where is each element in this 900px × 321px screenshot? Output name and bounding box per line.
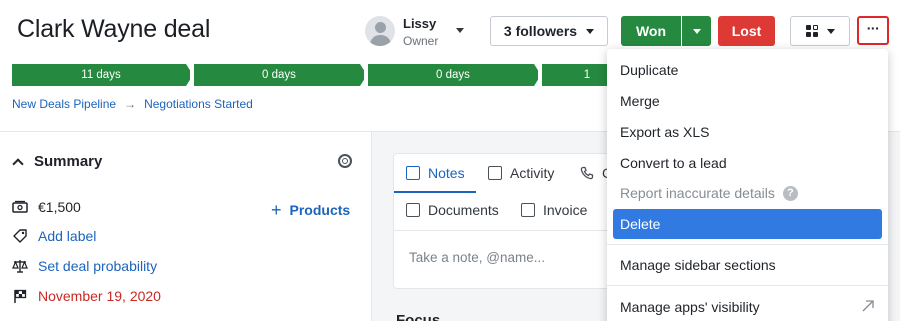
menu-item-delete[interactable]: Delete bbox=[613, 209, 882, 239]
focus-title[interactable]: Focus bbox=[396, 312, 440, 321]
tab-invoice-label: Invoice bbox=[543, 202, 588, 218]
tab-activity-label: Activity bbox=[510, 165, 555, 181]
add-label-text: Add label bbox=[38, 228, 97, 244]
note-composer: Notes Activity C Documents Invoice Take … bbox=[393, 153, 633, 289]
flag-icon bbox=[12, 288, 28, 304]
menu-item-duplicate[interactable]: Duplicate bbox=[607, 55, 888, 85]
deal-title[interactable]: Clark Wayne deal bbox=[17, 15, 210, 44]
breadcrumb-stage[interactable]: Negotiations Started bbox=[144, 97, 253, 111]
owner-role: Owner bbox=[403, 34, 439, 48]
invoice-icon bbox=[521, 203, 535, 217]
won-button[interactable]: Won bbox=[621, 16, 681, 46]
divider bbox=[394, 230, 632, 231]
menu-item-report-label: Report inaccurate details bbox=[620, 185, 775, 201]
active-tab-indicator bbox=[394, 191, 476, 193]
summary-toggle[interactable]: Summary bbox=[12, 153, 102, 170]
chevron-up-icon bbox=[12, 157, 24, 170]
summary-title: Summary bbox=[34, 153, 103, 170]
menu-item-merge[interactable]: Merge bbox=[607, 86, 888, 116]
stage-duration: 0 days bbox=[262, 69, 296, 81]
more-actions-button[interactable]: ··· bbox=[857, 16, 889, 45]
chevron-down-icon bbox=[586, 28, 595, 34]
stage-duration: 1 bbox=[583, 69, 591, 81]
followers-label: 3 followers bbox=[503, 23, 578, 39]
breadcrumb-pipeline[interactable]: New Deals Pipeline bbox=[12, 97, 116, 111]
note-icon bbox=[406, 166, 420, 180]
divider bbox=[371, 132, 372, 321]
close-date[interactable]: November 19, 2020 bbox=[12, 288, 161, 304]
won-options-button[interactable] bbox=[682, 16, 711, 46]
deal-value[interactable]: €1,500 bbox=[12, 199, 81, 215]
menu-divider bbox=[607, 244, 888, 245]
menu-item-report-inaccurate: Report inaccurate details ? bbox=[607, 178, 888, 208]
tab-notes[interactable]: Notes bbox=[406, 165, 465, 181]
owner-selector[interactable]: Lissy Owner bbox=[365, 12, 473, 50]
menu-item-export-xls[interactable]: Export as XLS bbox=[607, 117, 888, 147]
menu-item-manage-sidebar[interactable]: Manage sidebar sections bbox=[607, 250, 888, 280]
plus-icon: + bbox=[271, 200, 282, 220]
breadcrumb: New Deals Pipeline → Negotiations Starte… bbox=[12, 97, 253, 111]
pipeline-stage[interactable]: 0 days bbox=[194, 64, 364, 86]
menu-divider bbox=[607, 285, 888, 286]
scale-icon bbox=[12, 258, 28, 274]
deal-value-text: €1,500 bbox=[38, 199, 81, 215]
tag-icon bbox=[12, 228, 28, 244]
note-input[interactable]: Take a note, @name... bbox=[409, 250, 545, 265]
external-link-icon bbox=[862, 300, 874, 312]
arrow-right-icon: → bbox=[124, 97, 137, 111]
menu-item-convert-to-lead[interactable]: Convert to a lead bbox=[607, 148, 888, 178]
stage-duration: 11 days bbox=[81, 69, 121, 81]
pipeline-stage[interactable]: 0 days bbox=[368, 64, 538, 86]
stage-duration: 0 days bbox=[436, 69, 470, 81]
phone-icon bbox=[580, 166, 594, 180]
followers-button[interactable]: 3 followers bbox=[490, 16, 608, 46]
pipeline-stages: 11 days 0 days 0 days 1 bbox=[12, 64, 632, 86]
tab-invoice[interactable]: Invoice bbox=[521, 202, 587, 218]
products-link[interactable]: + Products bbox=[271, 199, 350, 220]
tab-notes-label: Notes bbox=[428, 165, 465, 181]
chevron-down-icon bbox=[692, 28, 701, 34]
set-probability-text: Set deal probability bbox=[38, 258, 158, 274]
pipeline-stage[interactable]: 11 days bbox=[12, 64, 190, 86]
chevron-down-icon bbox=[456, 28, 464, 33]
more-actions-menu: Duplicate Merge Export as XLS Convert to… bbox=[607, 49, 888, 321]
help-icon[interactable]: ? bbox=[782, 185, 798, 201]
products-label: Products bbox=[289, 202, 351, 218]
calendar-icon bbox=[488, 166, 502, 180]
document-icon bbox=[406, 203, 420, 217]
gear-icon[interactable] bbox=[338, 154, 352, 168]
view-switcher-button[interactable] bbox=[790, 16, 850, 46]
add-label-link[interactable]: Add label bbox=[12, 228, 96, 244]
chevron-down-icon bbox=[826, 28, 835, 34]
menu-item-manage-apps[interactable]: Manage apps' visibility bbox=[607, 292, 888, 321]
money-icon bbox=[12, 199, 28, 215]
tab-documents[interactable]: Documents bbox=[406, 202, 499, 218]
tab-activity[interactable]: Activity bbox=[488, 165, 554, 181]
avatar bbox=[365, 16, 395, 46]
grid-icon bbox=[805, 24, 819, 38]
menu-item-manage-apps-label: Manage apps' visibility bbox=[620, 299, 760, 315]
close-date-text: November 19, 2020 bbox=[38, 288, 161, 304]
lost-button[interactable]: Lost bbox=[718, 16, 775, 46]
tab-documents-label: Documents bbox=[428, 202, 499, 218]
set-probability-link[interactable]: Set deal probability bbox=[12, 258, 157, 274]
owner-name: Lissy bbox=[403, 16, 437, 31]
